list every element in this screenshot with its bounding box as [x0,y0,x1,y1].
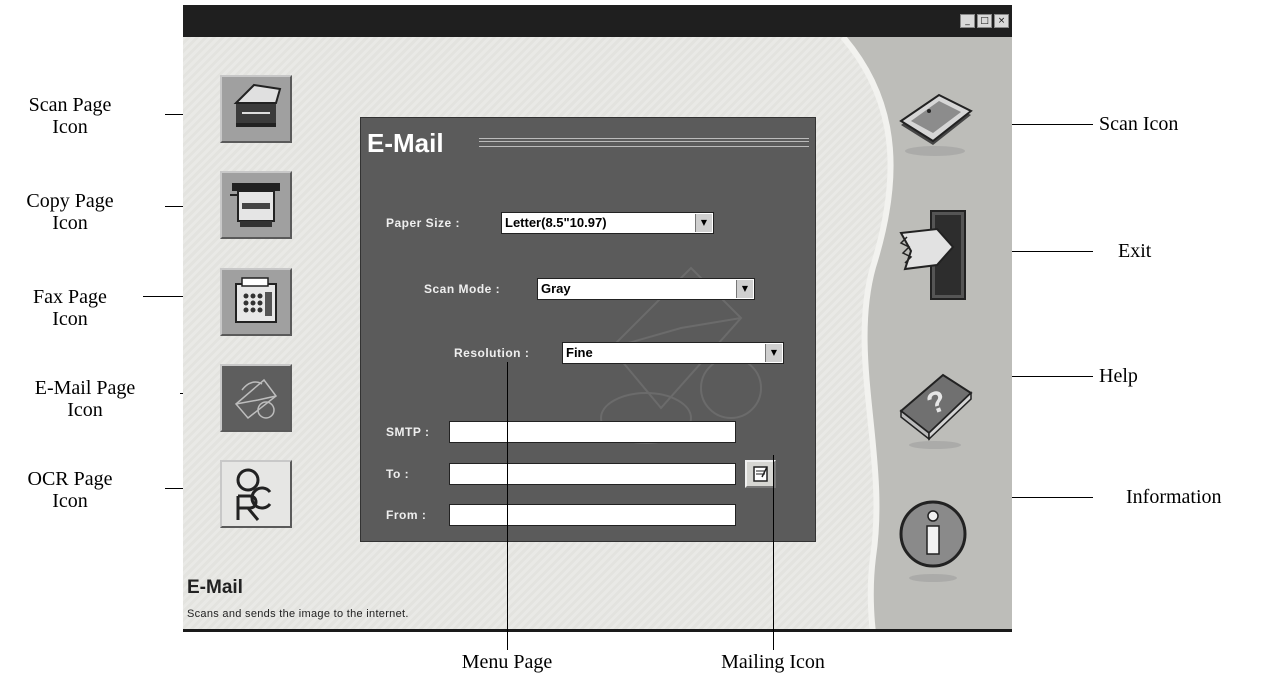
leader-menu-page [507,362,508,650]
resolution-value: Fine [566,345,593,360]
leader-mailing-icon [773,455,774,650]
callout-fax-page-icon: Fax Page Icon [33,286,107,330]
close-button[interactable]: × [994,14,1009,28]
app-background: E-Mail Paper Size : Letter(8.5"10.97) ▼ … [183,37,1012,632]
callout-scan-page-icon: Scan Page Icon [28,94,112,138]
callout-copy-page-icon: Copy Page Icon [26,190,114,234]
scan-icon[interactable] [893,89,973,159]
fax-icon [235,277,277,323]
title-bar: _ □ × [183,5,1012,37]
exit-icon[interactable] [895,207,975,307]
callout-information: Information [1126,486,1222,508]
status-title: E-Mail [187,577,243,598]
mailing-button[interactable] [745,460,776,488]
to-input[interactable] [449,463,736,485]
window-bottom-border [183,629,1012,632]
callout-menu-page: Menu Page [461,651,553,673]
copier-icon [230,183,280,227]
maximize-button[interactable]: □ [977,14,992,28]
chevron-down-icon[interactable]: ▼ [695,214,712,232]
callout-ocr-page-icon: OCR Page Icon [27,468,113,512]
help-icon[interactable]: ? [895,367,975,452]
from-input[interactable] [449,504,736,526]
chevron-down-icon[interactable]: ▼ [765,344,782,362]
panel-title: E-Mail [367,128,444,158]
minimize-button[interactable]: _ [960,14,975,28]
callout-exit: Exit [1118,240,1152,262]
to-label: To : [386,467,410,481]
ocr-page-button[interactable] [220,460,292,528]
ocr-icon [236,468,272,521]
copy-page-button[interactable] [220,171,292,239]
paper-size-select[interactable]: Letter(8.5"10.97) ▼ [501,212,714,234]
from-label: From : [386,508,427,522]
scan-mode-select[interactable]: Gray ▼ [537,278,755,300]
resolution-label: Resolution : [454,346,530,360]
smtp-label: SMTP : [386,425,430,439]
chevron-down-icon[interactable]: ▼ [736,280,753,298]
smtp-input[interactable] [449,421,736,443]
resolution-select[interactable]: Fine ▼ [562,342,784,364]
paper-size-value: Letter(8.5"10.97) [505,215,607,230]
scan-page-button[interactable] [220,75,292,143]
fax-page-button[interactable] [220,268,292,336]
scan-mode-label: Scan Mode : [424,282,501,296]
scan-mode-value: Gray [541,281,571,296]
callout-email-page-icon: E-Mail Page Icon [34,377,136,421]
callout-mailing-icon: Mailing Icon [721,651,825,673]
status-description: Scans and sends the image to the interne… [187,608,409,620]
callout-help: Help [1099,365,1138,387]
app-window: _ □ × E-Mail Paper Size: Letter(8.5"10.… [183,5,1012,632]
info-icon[interactable] [893,492,973,587]
paper-size-label: Paper Size : [386,216,461,230]
scanner-icon [233,83,282,127]
title-rule [479,138,809,147]
email-icon [234,378,278,420]
callout-scan-icon: Scan Icon [1099,113,1179,135]
email-settings-panel: E-Mail Paper Size : Letter(8.5"10.97) ▼ … [360,117,816,542]
address-book-icon [753,466,768,482]
email-page-button[interactable] [220,364,292,432]
